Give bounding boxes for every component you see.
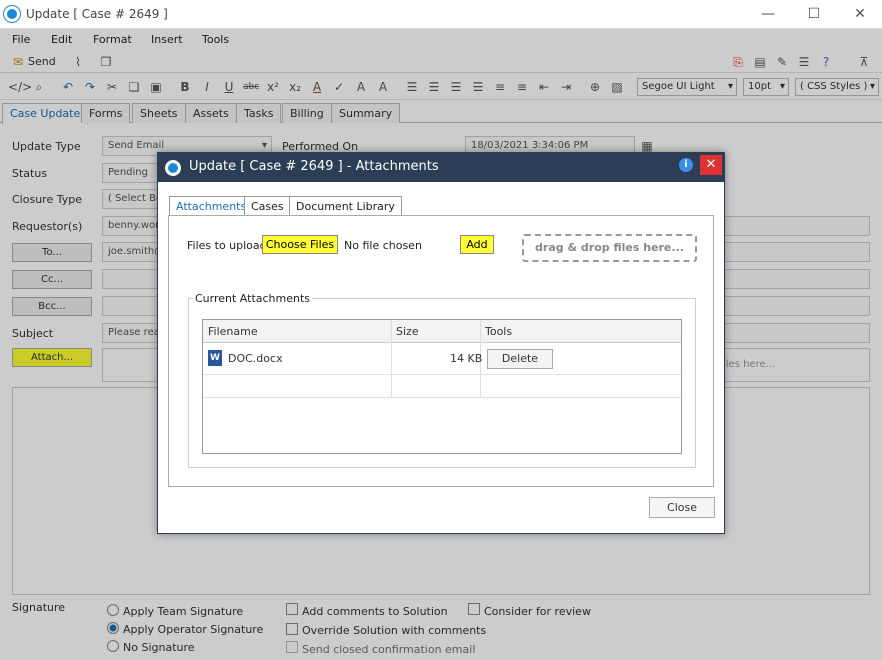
dialog-logo-icon — [165, 160, 181, 176]
app-logo-icon — [4, 6, 20, 22]
current-attachments-group: Current Attachments Filename Size Tools … — [188, 292, 696, 468]
current-attachments-legend: Current Attachments — [193, 292, 313, 305]
col-tools-header: Tools — [485, 325, 513, 338]
window-titlebar: Update [ Case # 2649 ] — ☐ ✕ — [0, 0, 882, 29]
minimize-button[interactable]: — — [758, 4, 778, 24]
drag-drop-zone[interactable]: drag & drop files here... — [522, 234, 697, 262]
close-window-button[interactable]: ✕ — [850, 4, 870, 24]
no-file-chosen-text: No file chosen — [344, 239, 422, 252]
delete-button[interactable]: Delete — [487, 349, 553, 369]
dialog-title: Update [ Case # 2649 ] - Attachments — [189, 159, 439, 174]
window-title: Update [ Case # 2649 ] — [26, 7, 168, 21]
dialog-tab-attachments[interactable]: Attachments — [169, 196, 254, 217]
file-name: DOC.docx — [228, 352, 283, 365]
maximize-button[interactable]: ☐ — [804, 4, 824, 24]
table-row: W DOC.docx 14 KB Delete — [203, 343, 681, 375]
attachments-dialog: Update [ Case # 2649 ] - Attachments i ✕… — [157, 152, 725, 534]
choose-files-button[interactable]: Choose Files — [262, 235, 338, 254]
table-header: Filename Size Tools — [203, 320, 681, 343]
col-filename-header: Filename — [208, 325, 258, 338]
dialog-close-icon[interactable]: ✕ — [700, 155, 722, 175]
files-to-upload-label: Files to upload: — [187, 239, 271, 252]
add-button[interactable]: Add — [460, 235, 494, 254]
word-doc-icon: W — [208, 350, 222, 366]
dialog-header: Update [ Case # 2649 ] - Attachments i ✕ — [158, 153, 724, 182]
info-icon[interactable]: i — [679, 158, 693, 172]
dialog-tab-cases[interactable]: Cases — [244, 196, 291, 216]
attachments-table: Filename Size Tools W DOC.docx 14 KB Del… — [202, 319, 682, 454]
table-row-empty — [203, 375, 681, 398]
dialog-tab-document-library[interactable]: Document Library — [289, 196, 402, 216]
close-button[interactable]: Close — [649, 497, 715, 518]
file-size: 14 KB — [450, 352, 483, 365]
attachments-panel: Files to upload: Choose Files No file ch… — [168, 215, 714, 487]
col-size-header: Size — [396, 325, 419, 338]
